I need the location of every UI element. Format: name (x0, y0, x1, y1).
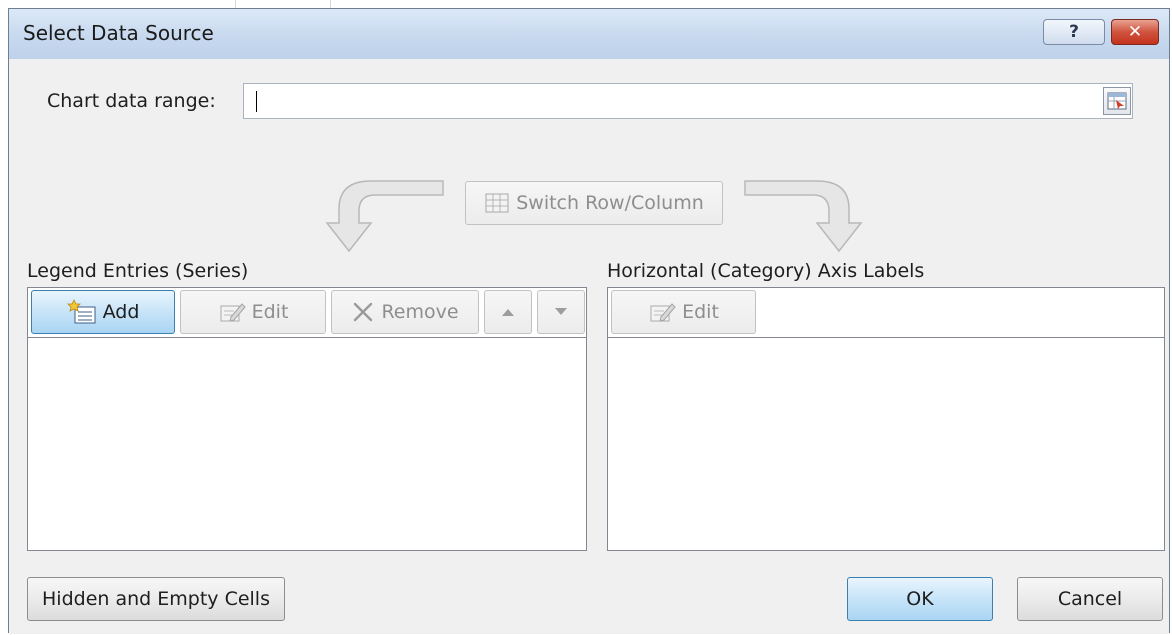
triangle-down-icon (555, 308, 567, 315)
chart-data-range-label: Chart data range: (47, 90, 216, 112)
switch-row-column-icon (485, 193, 509, 213)
range-selector-icon (1107, 92, 1127, 110)
cancel-button[interactable]: Cancel (1017, 577, 1163, 621)
edit-icon (220, 303, 246, 322)
legend-entries-heading: Legend Entries (Series) (27, 260, 249, 282)
help-button[interactable]: ? (1043, 19, 1105, 45)
ok-button[interactable]: OK (847, 577, 993, 621)
move-up-button[interactable] (484, 290, 532, 334)
triangle-up-icon (502, 309, 514, 316)
dialog-title: Select Data Source (23, 21, 214, 45)
close-icon: ✕ (1127, 22, 1143, 42)
edit-icon (650, 303, 676, 322)
legend-entries-panel: Add Edit Remove (27, 287, 587, 551)
cancel-label: Cancel (1057, 588, 1123, 610)
axis-labels-list[interactable] (608, 338, 1164, 550)
remove-series-label: Remove (381, 301, 459, 323)
text-caret (256, 91, 257, 112)
switch-row-column-button[interactable]: Switch Row/Column (465, 181, 723, 225)
remove-x-icon (354, 302, 373, 322)
move-down-button[interactable] (537, 290, 585, 334)
switch-row-column-label: Switch Row/Column (516, 192, 704, 214)
axis-toolbar: Edit (608, 288, 1164, 338)
select-data-source-dialog: Select Data Source ? ✕ Chart data range: (8, 8, 1170, 634)
axis-labels-heading: Horizontal (Category) Axis Labels (607, 260, 925, 282)
collapse-range-button[interactable] (1103, 87, 1131, 115)
close-button[interactable]: ✕ (1111, 19, 1159, 45)
ok-label: OK (906, 588, 934, 610)
axis-labels-panel: Edit (607, 287, 1165, 551)
left-curved-arrow-icon (325, 180, 444, 253)
edit-series-label: Edit (251, 301, 289, 323)
edit-axis-labels-button[interactable]: Edit (611, 290, 756, 334)
title-bar: Select Data Source ? ✕ (9, 9, 1169, 59)
question-mark-icon: ? (1069, 22, 1079, 42)
legend-entries-list[interactable] (28, 338, 586, 550)
add-series-icon (66, 299, 96, 324)
remove-series-button[interactable]: Remove (331, 290, 479, 334)
right-curved-arrow-icon (744, 180, 863, 253)
hidden-empty-cells-label: Hidden and Empty Cells (42, 588, 270, 610)
chart-data-range-input[interactable] (243, 83, 1133, 119)
hidden-empty-cells-button[interactable]: Hidden and Empty Cells (27, 577, 285, 621)
add-series-button[interactable]: Add (31, 290, 175, 334)
edit-axis-labels-label: Edit (682, 301, 719, 323)
add-series-label: Add (102, 301, 140, 323)
legend-toolbar: Add Edit Remove (28, 288, 586, 338)
dialog-body: Chart data range: Switch Row/Column Lege… (9, 59, 1169, 634)
edit-series-button[interactable]: Edit (180, 290, 326, 334)
